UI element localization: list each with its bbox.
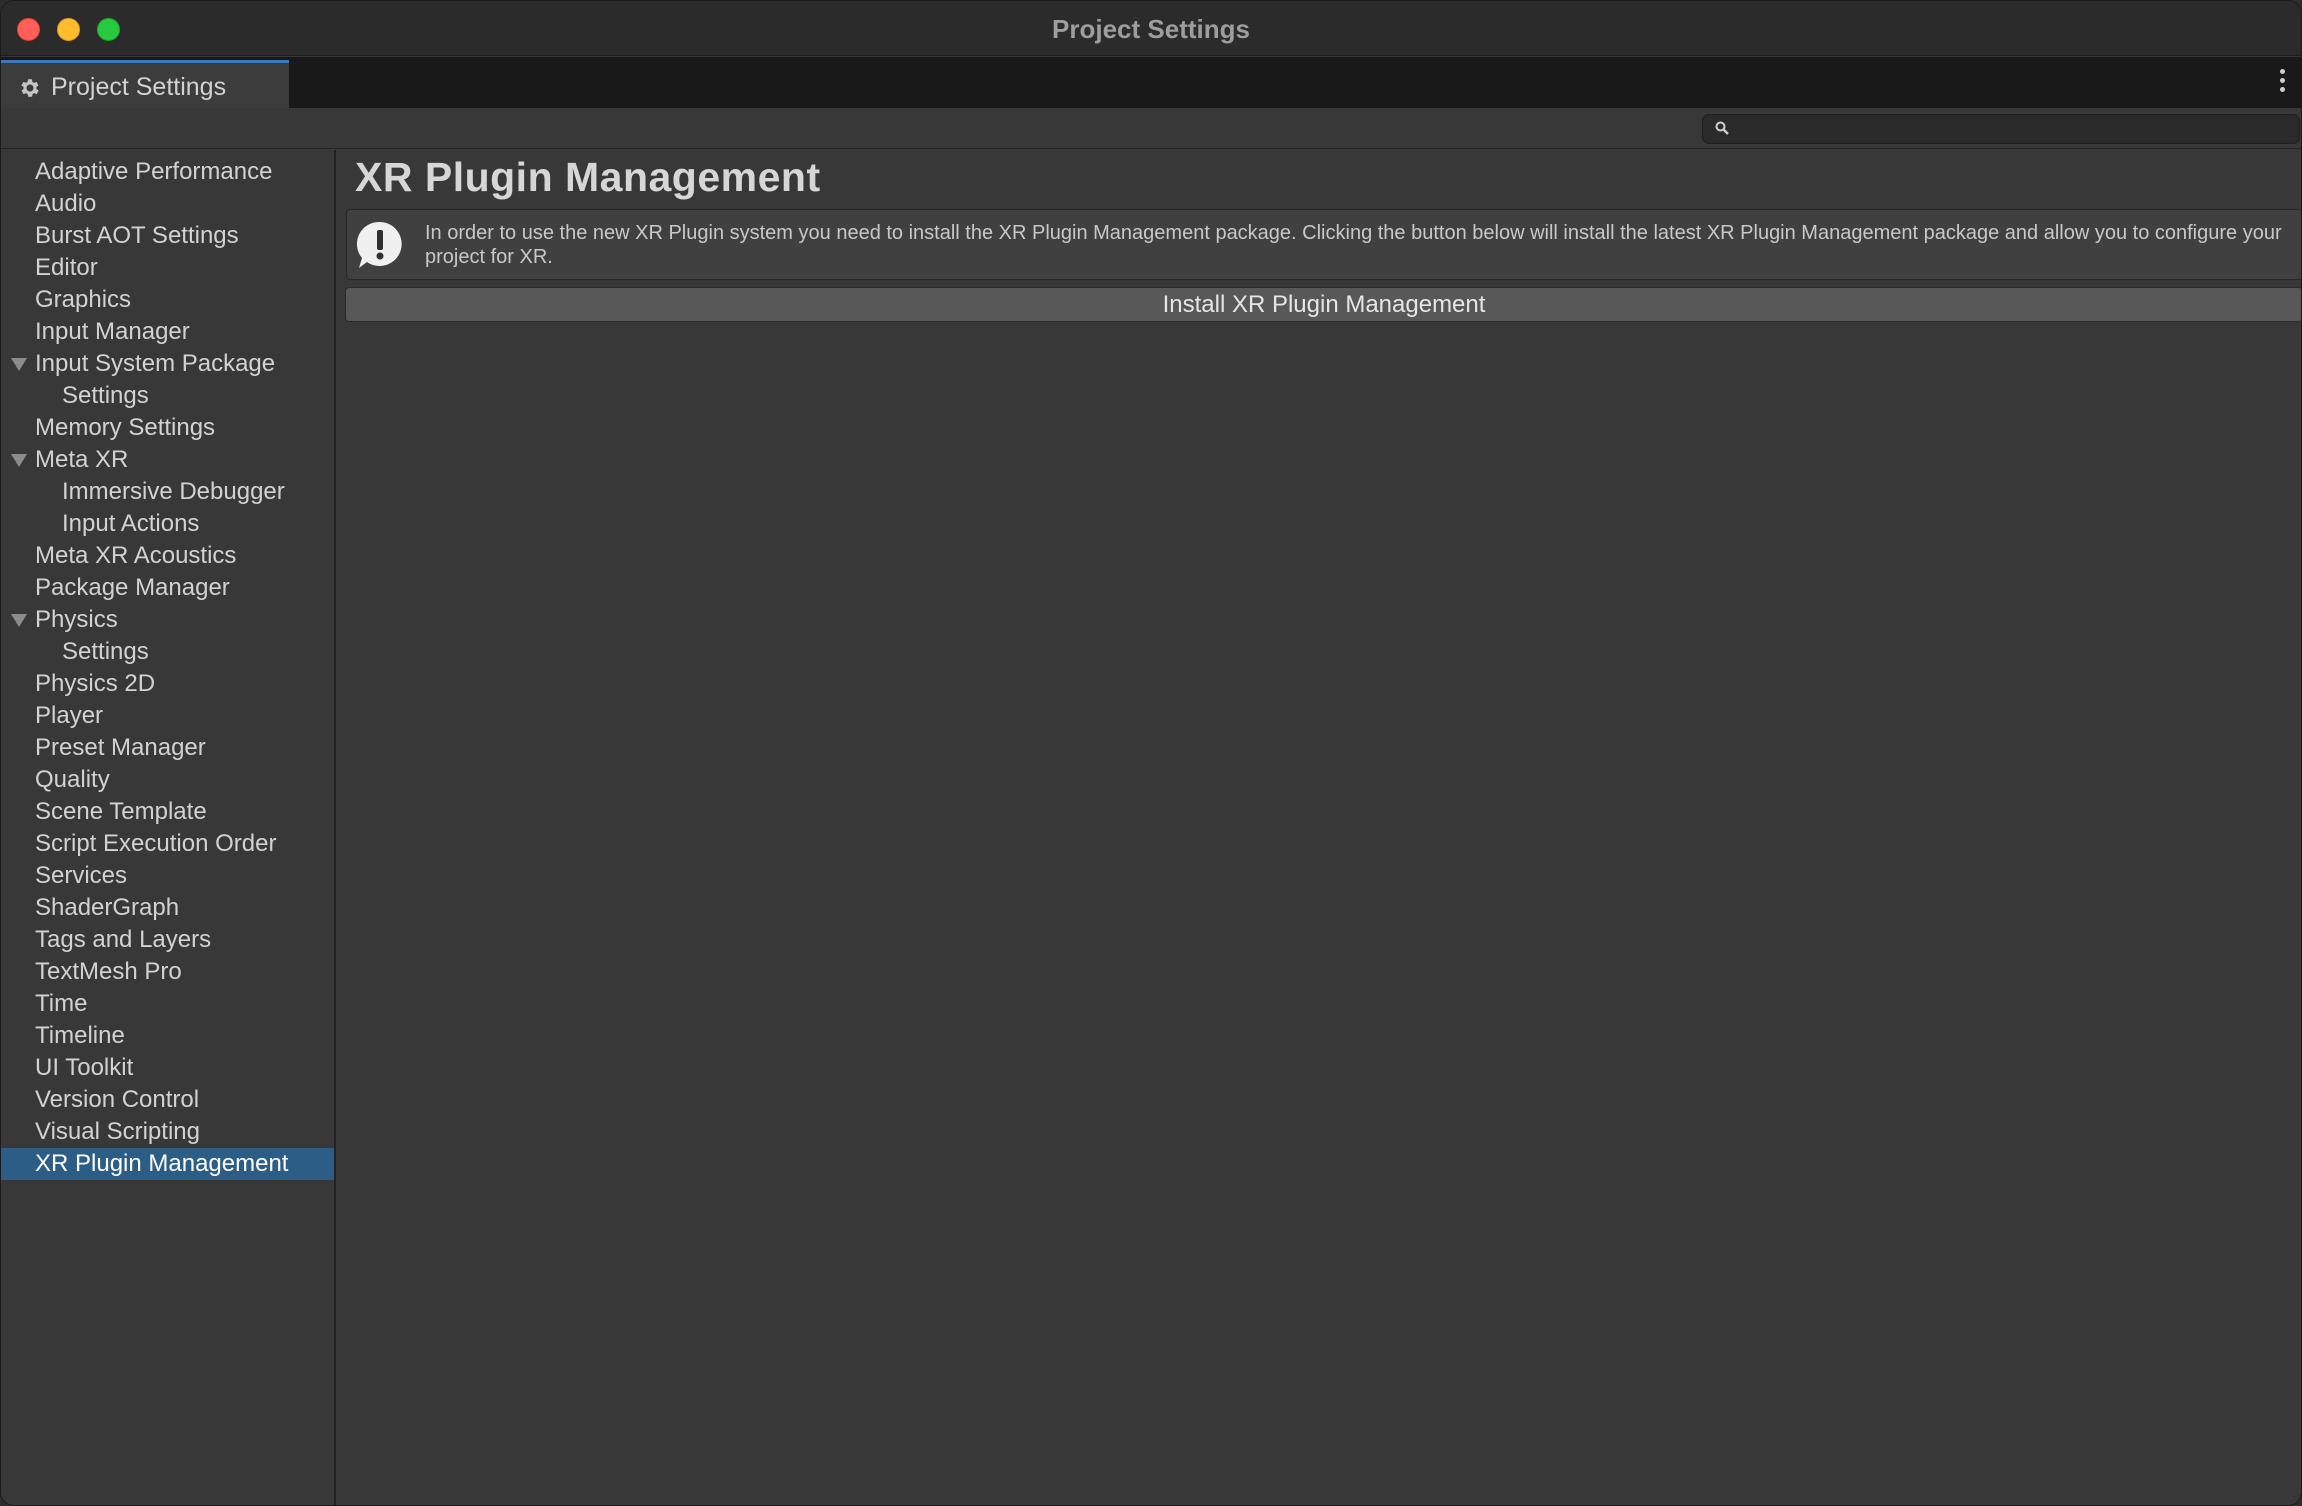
sidebar-item-label: Time xyxy=(35,990,88,1017)
sidebar-item-label: Settings xyxy=(62,638,149,665)
search-icon xyxy=(1715,121,1729,135)
sidebar-item-label: Burst AOT Settings xyxy=(35,222,239,249)
more-options-icon[interactable] xyxy=(2277,69,2287,97)
sidebar-item-version-control[interactable]: Version Control xyxy=(1,1084,334,1116)
sidebar-item-physics-2d[interactable]: Physics 2D xyxy=(1,668,334,700)
sidebar-item-label: XR Plugin Management xyxy=(35,1150,289,1177)
sidebar-item-label: Scene Template xyxy=(35,798,207,825)
sidebar-item-label: Graphics xyxy=(35,286,132,313)
sidebar-item-scene-template[interactable]: Scene Template xyxy=(1,796,334,828)
title-bar: Project Settings xyxy=(1,1,2301,56)
sidebar-item-input-manager[interactable]: Input Manager xyxy=(1,316,334,348)
sidebar-item-meta-xr[interactable]: Meta XR xyxy=(1,444,334,476)
sidebar-item-label: TextMesh Pro xyxy=(35,958,182,985)
sidebar-item-label: Quality xyxy=(35,766,110,793)
sidebar-item-label: Input System Package xyxy=(35,350,276,377)
sidebar-item-timeline[interactable]: Timeline xyxy=(1,1020,334,1052)
sidebar-item-settings[interactable]: Settings xyxy=(1,380,334,412)
sidebar-item-adaptive-performance[interactable]: Adaptive Performance xyxy=(1,156,334,188)
sidebar-item-label: Physics 2D xyxy=(35,670,156,697)
sidebar-item-label: Input Manager xyxy=(35,318,190,345)
sidebar-item-label: Input Actions xyxy=(62,510,200,537)
sidebar-item-xr-plugin-management[interactable]: XR Plugin Management xyxy=(1,1148,334,1180)
sidebar-item-label: Editor xyxy=(35,254,98,281)
warning-icon xyxy=(356,221,402,268)
sidebar-item-burst-aot-settings[interactable]: Burst AOT Settings xyxy=(1,220,334,252)
sidebar-item-editor[interactable]: Editor xyxy=(1,252,334,284)
sidebar-item-quality[interactable]: Quality xyxy=(1,764,334,796)
settings-sidebar: Adaptive Performance Audio Burst AOT Setti… xyxy=(1,150,336,1505)
search-input[interactable] xyxy=(1737,117,2287,141)
sidebar-item-label: Meta XR xyxy=(35,446,129,473)
sidebar-item-meta-xr-acoustics[interactable]: Meta XR Acoustics xyxy=(1,540,334,572)
window-title: Project Settings xyxy=(1052,14,1250,44)
chevron-down-icon[interactable] xyxy=(11,358,27,371)
sidebar-item-label: Adaptive Performance xyxy=(35,158,273,185)
sidebar-item-label: Package Manager xyxy=(35,574,230,601)
help-box: In order to use the new XR Plugin system… xyxy=(346,209,2301,280)
sidebar-item-settings[interactable]: Settings xyxy=(1,636,334,668)
sidebar-item-ui-toolkit[interactable]: UI Toolkit xyxy=(1,1052,334,1084)
sidebar-item-label: Meta XR Acoustics xyxy=(35,542,237,569)
sidebar-item-physics[interactable]: Physics xyxy=(1,604,334,636)
sidebar-item-label: Physics xyxy=(35,606,118,633)
main-panel: XR Plugin Management In order to use the… xyxy=(338,150,2301,1505)
help-text: In order to use the new XR Plugin system… xyxy=(425,222,2282,268)
search-box[interactable] xyxy=(1702,114,2300,144)
project-settings-window: Project Settings Project Settings Adapti… xyxy=(0,0,2302,1506)
sidebar-item-visual-scripting[interactable]: Visual Scripting xyxy=(1,1116,334,1148)
tab-project-settings[interactable]: Project Settings xyxy=(1,60,289,108)
sidebar-item-label: Tags and Layers xyxy=(35,926,212,953)
sidebar-item-label: Memory Settings xyxy=(35,414,216,441)
sidebar-item-label: Preset Manager xyxy=(35,734,206,761)
sidebar-item-player[interactable]: Player xyxy=(1,700,334,732)
sidebar-item-input-system-package[interactable]: Input System Package xyxy=(1,348,334,380)
sidebar-item-shadergraph[interactable]: ShaderGraph xyxy=(1,892,334,924)
sidebar-item-time[interactable]: Time xyxy=(1,988,334,1020)
sidebar-item-label: Timeline xyxy=(35,1022,125,1049)
sidebar-item-memory-settings[interactable]: Memory Settings xyxy=(1,412,334,444)
sidebar-item-label: ShaderGraph xyxy=(35,894,180,921)
sidebar-item-label: UI Toolkit xyxy=(35,1054,134,1081)
sidebar-item-services[interactable]: Services xyxy=(1,860,334,892)
sidebar-item-graphics[interactable]: Graphics xyxy=(1,284,334,316)
gear-icon xyxy=(21,79,39,97)
sidebar-item-script-execution-order[interactable]: Script Execution Order xyxy=(1,828,334,860)
sidebar-item-label: Services xyxy=(35,862,128,889)
sidebar-item-label: Audio xyxy=(35,190,97,217)
sidebar-item-label: Visual Scripting xyxy=(35,1118,200,1145)
sidebar-item-package-manager[interactable]: Package Manager xyxy=(1,572,334,604)
sidebar-item-tags-and-layers[interactable]: Tags and Layers xyxy=(1,924,334,956)
sidebar-item-label: Player xyxy=(35,702,104,729)
sidebar-item-preset-manager[interactable]: Preset Manager xyxy=(1,732,334,764)
chevron-down-icon[interactable] xyxy=(11,614,27,627)
tab-label: Project Settings xyxy=(51,73,227,101)
sidebar-item-label: Version Control xyxy=(35,1086,200,1113)
sidebar-item-label: Immersive Debugger xyxy=(62,478,285,505)
chevron-down-icon[interactable] xyxy=(11,454,27,467)
sidebar-item-immersive-debugger[interactable]: Immersive Debugger xyxy=(1,476,334,508)
sidebar-item-textmesh-pro[interactable]: TextMesh Pro xyxy=(1,956,334,988)
sidebar-item-audio[interactable]: Audio xyxy=(1,188,334,220)
sidebar-item-label: Script Execution Order xyxy=(35,830,277,857)
tab-strip: Project Settings xyxy=(1,57,2301,108)
page-title: XR Plugin Management xyxy=(355,154,821,200)
sidebar-item-input-actions[interactable]: Input Actions xyxy=(1,508,334,540)
sidebar-item-label: Settings xyxy=(62,382,149,409)
install-xr-plugin-management-button[interactable]: Install XR Plugin Management xyxy=(345,287,2301,322)
search-row xyxy=(1,108,2301,149)
